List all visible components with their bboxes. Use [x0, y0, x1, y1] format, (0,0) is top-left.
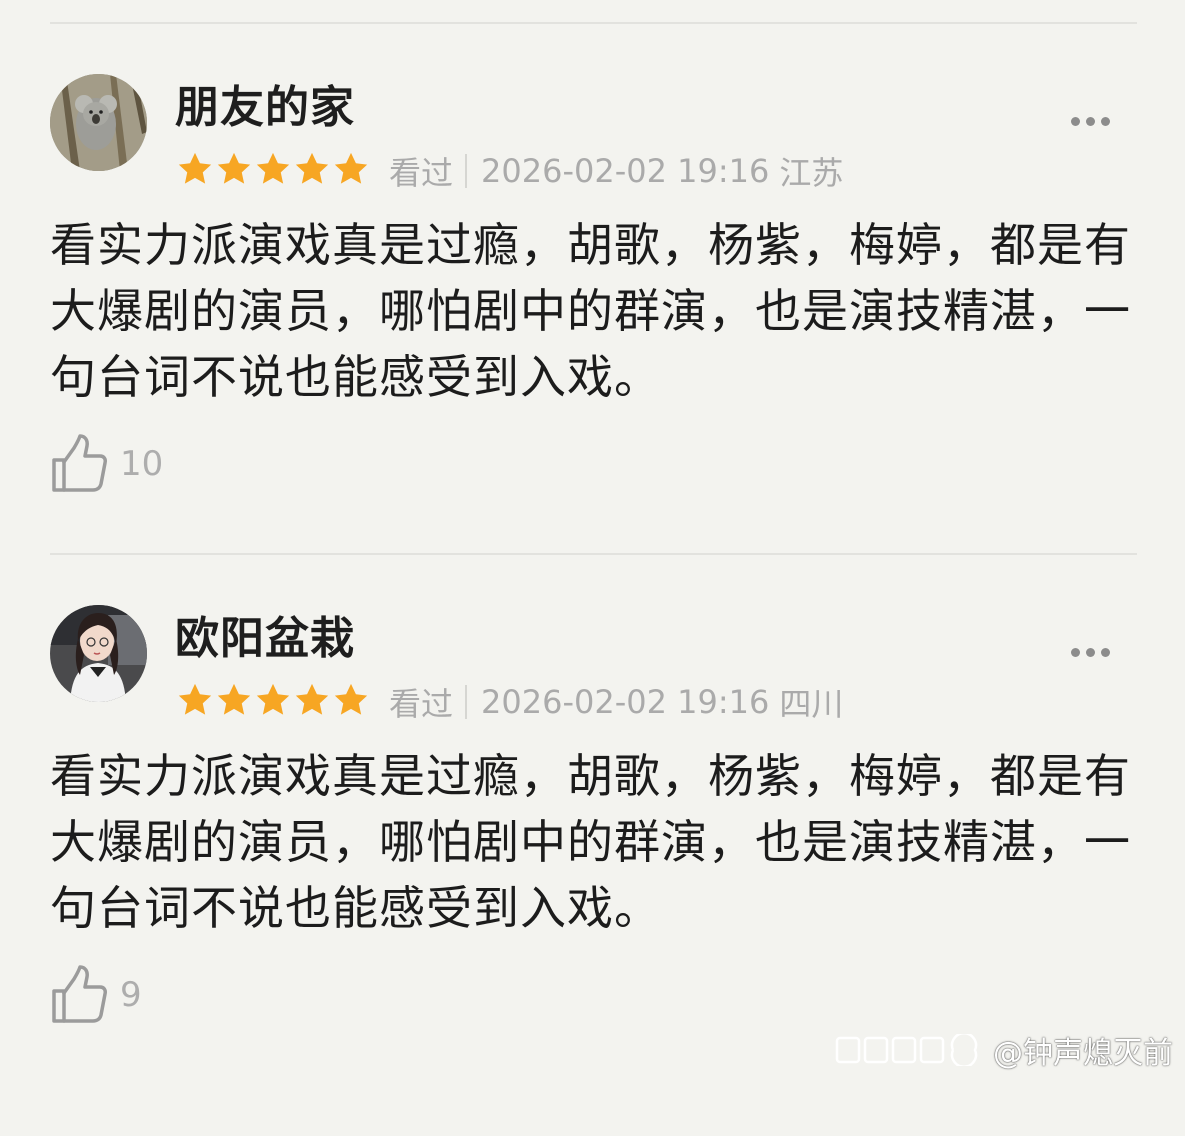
- watermark: @钟声熄灭前: [835, 1028, 1173, 1072]
- star-icon: [293, 150, 331, 190]
- star-icon: [215, 681, 253, 721]
- star-icon: [176, 681, 214, 721]
- thumbs-up-icon: [50, 965, 108, 1025]
- meta-separator: [465, 685, 468, 719]
- review-card: 朋友的家 看过 2026-02-02 19:16 江苏 看实力派演戏真是过瘾，胡…: [0, 74, 1185, 605]
- more-icon[interactable]: [1071, 117, 1110, 126]
- weibo-logo-icon: [835, 1034, 985, 1066]
- review-meta: 看过 2026-02-02 19:16 江苏: [389, 150, 843, 192]
- star-icon: [254, 681, 292, 721]
- avatar[interactable]: [50, 605, 147, 702]
- star-icon: [254, 150, 292, 190]
- review-meta: 看过 2026-02-02 19:16 四川: [389, 681, 843, 723]
- top-divider: [50, 22, 1137, 24]
- star-icon: [332, 681, 370, 721]
- avatar[interactable]: [50, 74, 147, 171]
- review-datetime: 2026-02-02 19:16: [481, 683, 770, 721]
- like-button[interactable]: 9: [50, 965, 142, 1025]
- star-icon: [332, 150, 370, 190]
- review-divider: [50, 553, 1137, 555]
- more-icon[interactable]: [1071, 648, 1110, 657]
- star-icon: [176, 150, 214, 190]
- review-text: 看实力派演戏真是过瘾，胡歌，杨紫，梅婷，都是有大爆剧的演员，哪怕剧中的群演，也是…: [50, 218, 1131, 404]
- review-text: 看实力派演戏真是过瘾，胡歌，杨紫，梅婷，都是有大爆剧的演员，哪怕剧中的群演，也是…: [50, 749, 1131, 935]
- rating-stars: [176, 150, 370, 190]
- username[interactable]: 朋友的家: [175, 80, 355, 136]
- username[interactable]: 欧阳盆栽: [175, 611, 355, 667]
- rating-stars: [176, 681, 370, 721]
- like-button[interactable]: 10: [50, 434, 163, 494]
- review-location: 四川: [779, 685, 844, 723]
- star-icon: [293, 681, 331, 721]
- meta-separator: [465, 154, 468, 188]
- like-count: 9: [120, 975, 142, 1015]
- watch-status: 看过: [389, 685, 454, 723]
- watermark-text: @钟声熄灭前: [993, 1036, 1173, 1071]
- watch-status: 看过: [389, 154, 454, 192]
- star-icon: [215, 150, 253, 190]
- review-location: 江苏: [779, 154, 844, 192]
- thumbs-up-icon: [50, 434, 108, 494]
- like-count: 10: [120, 444, 164, 484]
- review-datetime: 2026-02-02 19:16: [481, 152, 770, 190]
